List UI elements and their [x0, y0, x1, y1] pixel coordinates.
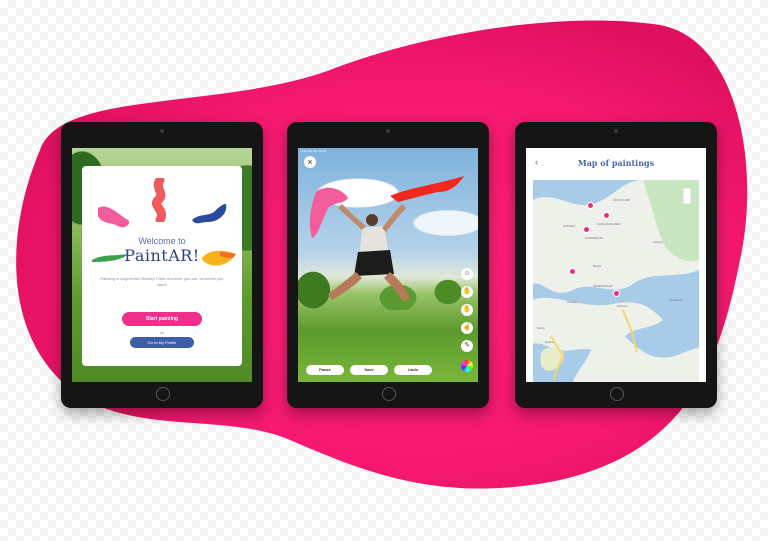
my-profile-button[interactable]: Go to My Profile: [130, 337, 194, 348]
home-button[interactable]: [156, 387, 170, 401]
close-icon[interactable]: ×: [304, 156, 316, 168]
dancer-head: [366, 214, 378, 226]
map-label: SÖDERMALM: [593, 284, 613, 288]
painting-pin-icon[interactable]: [583, 226, 590, 233]
welcome-card: Welcome to PaintAR! Painting in Augmente…: [82, 166, 242, 366]
map-title: Map of paintings: [577, 158, 655, 168]
tablet-map: ‹ Map of paintings SKOGTORP KUNGSHOLMEN …: [515, 122, 717, 408]
paint-stroke-pink: [98, 206, 130, 228]
camera-icon: [386, 129, 390, 133]
start-painting-button[interactable]: Start painting: [122, 312, 202, 326]
map-label: SKOGTORP: [613, 198, 630, 202]
dancer-top: [360, 226, 388, 252]
home-button[interactable]: [382, 387, 396, 401]
app-title: PaintAR!: [124, 246, 200, 265]
pause-button[interactable]: Pause: [306, 365, 344, 375]
brush-icon[interactable]: ✎: [461, 340, 473, 352]
camera-icon: [614, 129, 618, 133]
map-label: Slussen: [567, 300, 578, 304]
home-button[interactable]: [610, 387, 624, 401]
paint-stroke-blue: [192, 204, 227, 224]
map-screen: ‹ Map of paintings SKOGTORP KUNGSHOLMEN …: [526, 148, 706, 382]
camera-icon: [160, 129, 164, 133]
map-label: Nacka: [545, 340, 554, 344]
finger-icon[interactable]: ☝: [461, 322, 473, 334]
red-paint-stroke: [390, 176, 464, 202]
map-label: Lidingö: [653, 240, 663, 244]
paint-stroke-coral: [152, 178, 166, 222]
save-button[interactable]: Save: [350, 365, 388, 375]
undo-button[interactable]: Undo: [394, 365, 432, 375]
map-label: Berga: [593, 264, 602, 268]
map-label: NORRMALM: [585, 236, 603, 240]
emoji-icon[interactable]: ☺: [461, 268, 473, 280]
painting-pin-icon[interactable]: [587, 202, 594, 209]
or-separator: or: [160, 330, 164, 335]
tablet-ar-painting: 9:41 AM Tue Jan 9 × ☺ ✋ ✋ ☝ ✎ Pause Save…: [287, 122, 489, 408]
map-land: [533, 180, 699, 382]
dancer-arm-left: [338, 204, 366, 230]
welcome-heading: Welcome to: [138, 236, 186, 246]
ar-painting-layer: [309, 176, 464, 302]
palm-icon[interactable]: ✋: [461, 304, 473, 316]
color-wheel-icon[interactable]: [461, 360, 473, 372]
dancer-leg-right: [384, 272, 410, 302]
map-label: SICKLA: [617, 304, 628, 308]
pink-paint-stroke: [309, 187, 348, 238]
painting-pin-icon[interactable]: [603, 212, 610, 219]
welcome-screen: Welcome to PaintAR! Painting in Augmente…: [72, 148, 252, 382]
dancer-leg-left: [328, 272, 362, 300]
tagline: Painting in Augmented Reality! Paint whe…: [100, 276, 224, 287]
hand-icon[interactable]: ✋: [461, 286, 473, 298]
map-label: KUNGSHOLMEN: [597, 222, 621, 226]
dancer-shorts: [354, 250, 394, 276]
dancer-arm-right: [382, 204, 406, 232]
painting-pin-icon[interactable]: [613, 290, 620, 297]
painting-pin-icon[interactable]: [569, 268, 576, 275]
map-label: Stockholm: [669, 298, 684, 302]
ar-screen: 9:41 AM Tue Jan 9 × ☺ ✋ ✋ ☝ ✎ Pause Save…: [298, 148, 478, 382]
map-label: STADEN: [563, 224, 575, 228]
map-label: Solna: [537, 326, 545, 330]
tablet-welcome: Welcome to PaintAR! Painting in Augmente…: [61, 122, 263, 408]
map-view[interactable]: SKOGTORP KUNGSHOLMEN STADEN NORRMALM Ber…: [533, 180, 699, 382]
